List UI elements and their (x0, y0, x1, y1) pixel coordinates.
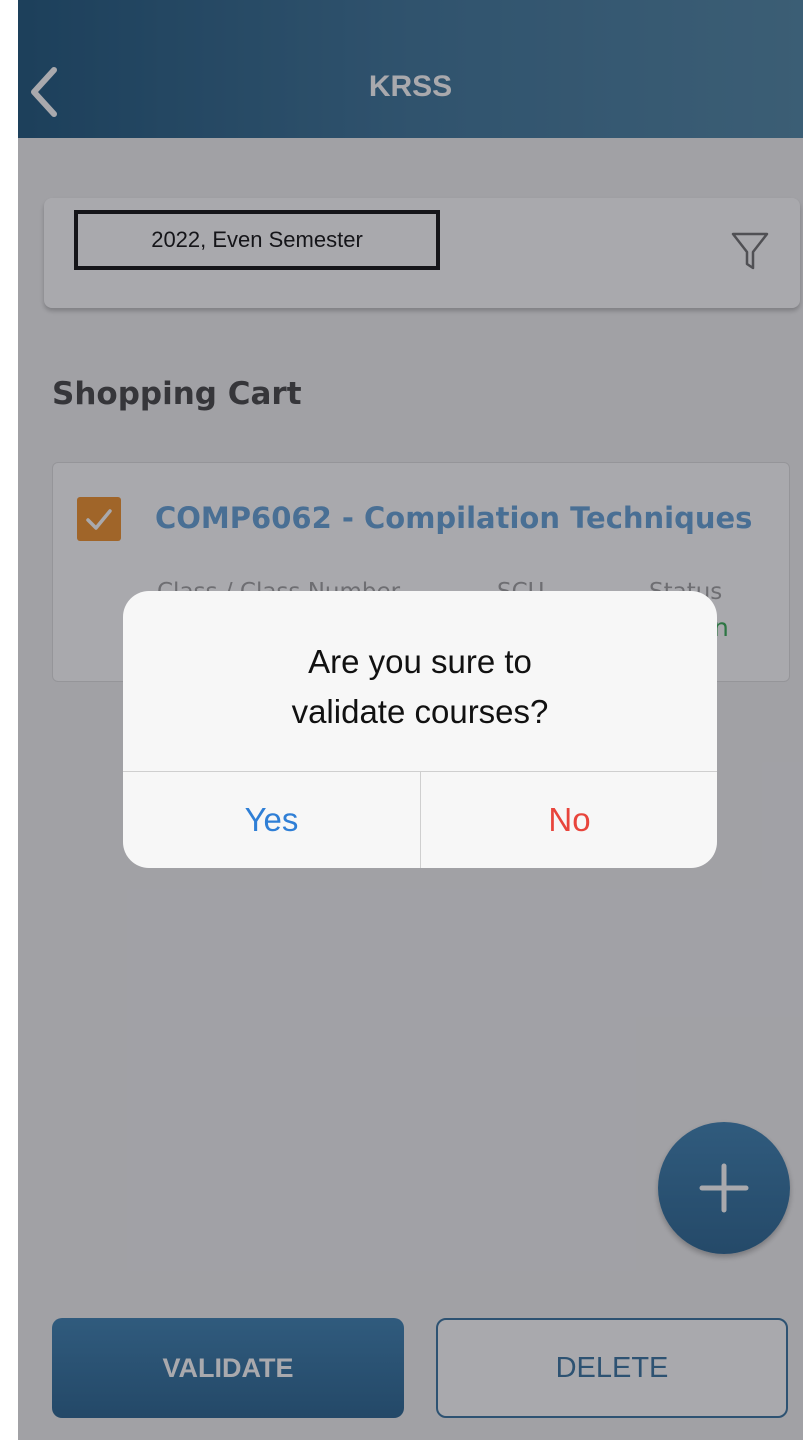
no-button[interactable]: No (421, 772, 717, 868)
confirm-dialog: Are you sure to validate courses? Yes No (123, 591, 717, 868)
dialog-message: Are you sure to validate courses? (123, 637, 717, 737)
dialog-message-line1: Are you sure to (308, 643, 532, 680)
dialog-message-line2: validate courses? (291, 693, 549, 730)
yes-button[interactable]: Yes (123, 772, 420, 868)
app-screen: KRSS 2022, Even Semester Shopping Cart C… (18, 0, 803, 1440)
